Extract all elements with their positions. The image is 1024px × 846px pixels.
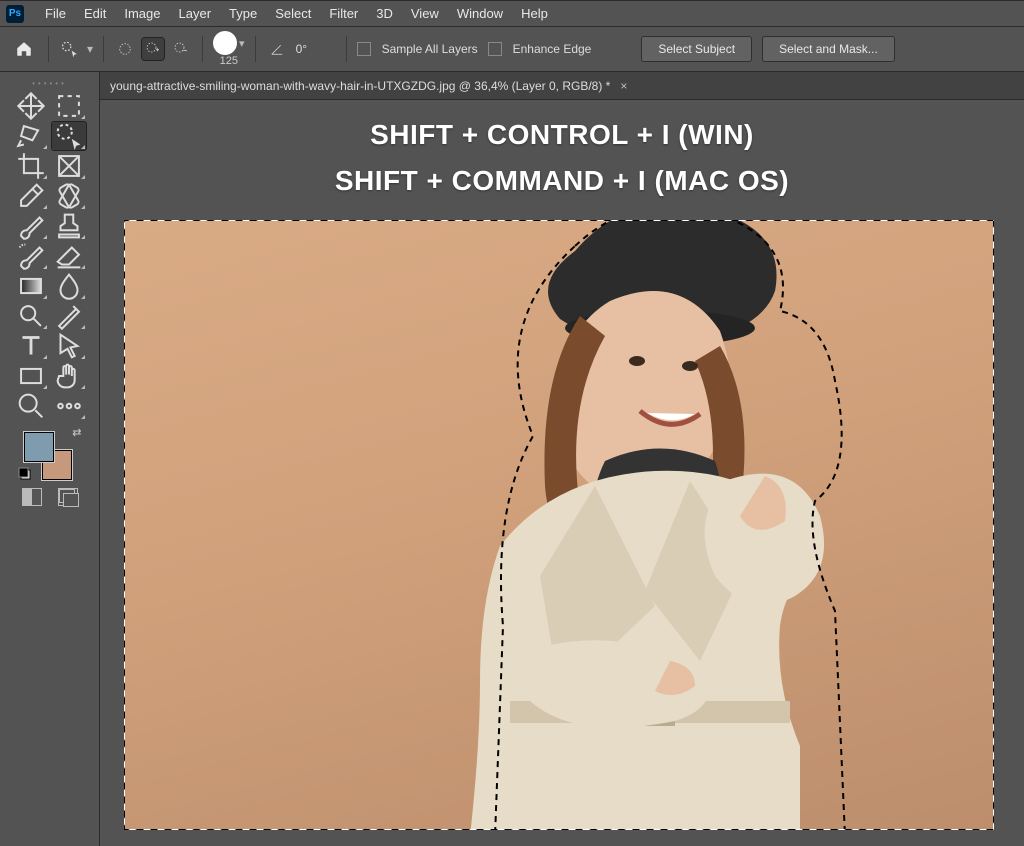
photo-subject [415, 220, 855, 830]
crop-tool[interactable] [14, 152, 48, 180]
document-tab-bar: young-attractive-smiling-woman-with-wavy… [100, 72, 1024, 100]
selection-marquee [124, 220, 994, 830]
zoom-tool[interactable] [14, 392, 48, 420]
divider [346, 36, 347, 62]
marquee-tool[interactable] [52, 92, 86, 120]
stamp-tool[interactable] [52, 212, 86, 240]
panel-grip-icon[interactable]: •••••• [0, 78, 99, 88]
path-selection-tool[interactable] [52, 332, 86, 360]
shortcut-mac-label: SHIFT + COMMAND + I (MAC OS) [100, 158, 1024, 204]
pen-tool[interactable] [52, 302, 86, 330]
quick-selection-tool[interactable] [52, 122, 86, 150]
menu-select[interactable]: Select [266, 1, 320, 27]
shortcut-win-label: SHIFT + CONTROL + I (WIN) [100, 112, 1024, 158]
tool-preset-picker[interactable]: ▾ [59, 38, 93, 60]
canvas[interactable]: SHIFT + CONTROL + I (WIN) SHIFT + COMMAN… [100, 100, 1024, 846]
foreground-color-swatch[interactable] [24, 432, 54, 462]
menu-view[interactable]: View [402, 1, 448, 27]
brush-preview-icon [213, 31, 237, 55]
divider [48, 36, 49, 62]
divider [103, 36, 104, 62]
checkbox-icon [357, 42, 371, 56]
move-tool[interactable] [14, 92, 48, 120]
eyedropper-tool[interactable] [14, 182, 48, 210]
subtract-selection-icon[interactable] [170, 38, 192, 60]
patch-tool[interactable] [52, 182, 86, 210]
select-subject-button[interactable]: Select Subject [641, 36, 752, 62]
quick-selection-preset-icon [59, 38, 81, 60]
menu-help[interactable]: Help [512, 1, 557, 27]
selection-mode-group [114, 38, 192, 60]
enhance-edge-label: Enhance Edge [513, 42, 592, 56]
options-bar: ▾ ▾ 125 Sample All Layers Enhance Edge S… [0, 26, 1024, 72]
angle-icon [266, 38, 288, 60]
new-selection-icon[interactable] [114, 38, 136, 60]
lasso-tool[interactable] [14, 122, 48, 150]
brush-tool[interactable] [14, 212, 48, 240]
hand-tool[interactable] [52, 362, 86, 390]
gradient-tool[interactable] [14, 272, 48, 300]
history-brush-tool[interactable] [14, 242, 48, 270]
menu-type[interactable]: Type [220, 1, 266, 27]
divider [202, 36, 203, 62]
home-icon [15, 40, 33, 58]
select-and-mask-button[interactable]: Select and Mask... [762, 36, 895, 62]
eraser-tool[interactable] [52, 242, 86, 270]
type-tool[interactable] [14, 332, 48, 360]
checkbox-icon [488, 42, 502, 56]
menu-window[interactable]: Window [448, 1, 512, 27]
color-swatches[interactable]: ⇄ [20, 428, 80, 478]
edit-toolbar-button[interactable] [52, 392, 86, 420]
frame-tool[interactable] [52, 152, 86, 180]
ps-logo-icon: Ps [6, 5, 24, 23]
dodge-tool[interactable] [14, 302, 48, 330]
menu-bar: Ps File Edit Image Layer Type Select Fil… [0, 0, 1024, 26]
tools-panel: •••••• ⇄ [0, 72, 100, 846]
angle-input[interactable] [294, 41, 336, 57]
rectangle-tool[interactable] [14, 362, 48, 390]
close-tab-button[interactable]: × [620, 79, 627, 93]
menu-3d[interactable]: 3D [367, 1, 402, 27]
menu-layer[interactable]: Layer [170, 1, 221, 27]
brush-size-picker[interactable]: ▾ 125 [213, 31, 245, 67]
blur-tool[interactable] [52, 272, 86, 300]
enhance-edge-checkbox[interactable]: Enhance Edge [488, 42, 592, 56]
screen-mode-button[interactable] [58, 488, 78, 506]
home-button[interactable] [10, 35, 38, 63]
divider [255, 36, 256, 62]
document-tab[interactable]: young-attractive-smiling-woman-with-wavy… [110, 79, 610, 93]
brush-size-value: 125 [220, 55, 238, 67]
menu-file[interactable]: File [36, 1, 75, 27]
menu-image[interactable]: Image [115, 1, 169, 27]
shortcut-overlay: SHIFT + CONTROL + I (WIN) SHIFT + COMMAN… [100, 112, 1024, 204]
add-selection-icon[interactable] [142, 38, 164, 60]
quick-mask-mode-button[interactable] [22, 488, 42, 506]
sample-all-layers-checkbox[interactable]: Sample All Layers [357, 42, 478, 56]
brush-angle-control[interactable] [266, 38, 336, 60]
default-colors-icon[interactable] [18, 467, 32, 484]
swap-colors-icon[interactable]: ⇄ [72, 426, 81, 439]
menu-filter[interactable]: Filter [320, 1, 367, 27]
sample-all-layers-label: Sample All Layers [382, 42, 478, 56]
menu-edit[interactable]: Edit [75, 1, 115, 27]
